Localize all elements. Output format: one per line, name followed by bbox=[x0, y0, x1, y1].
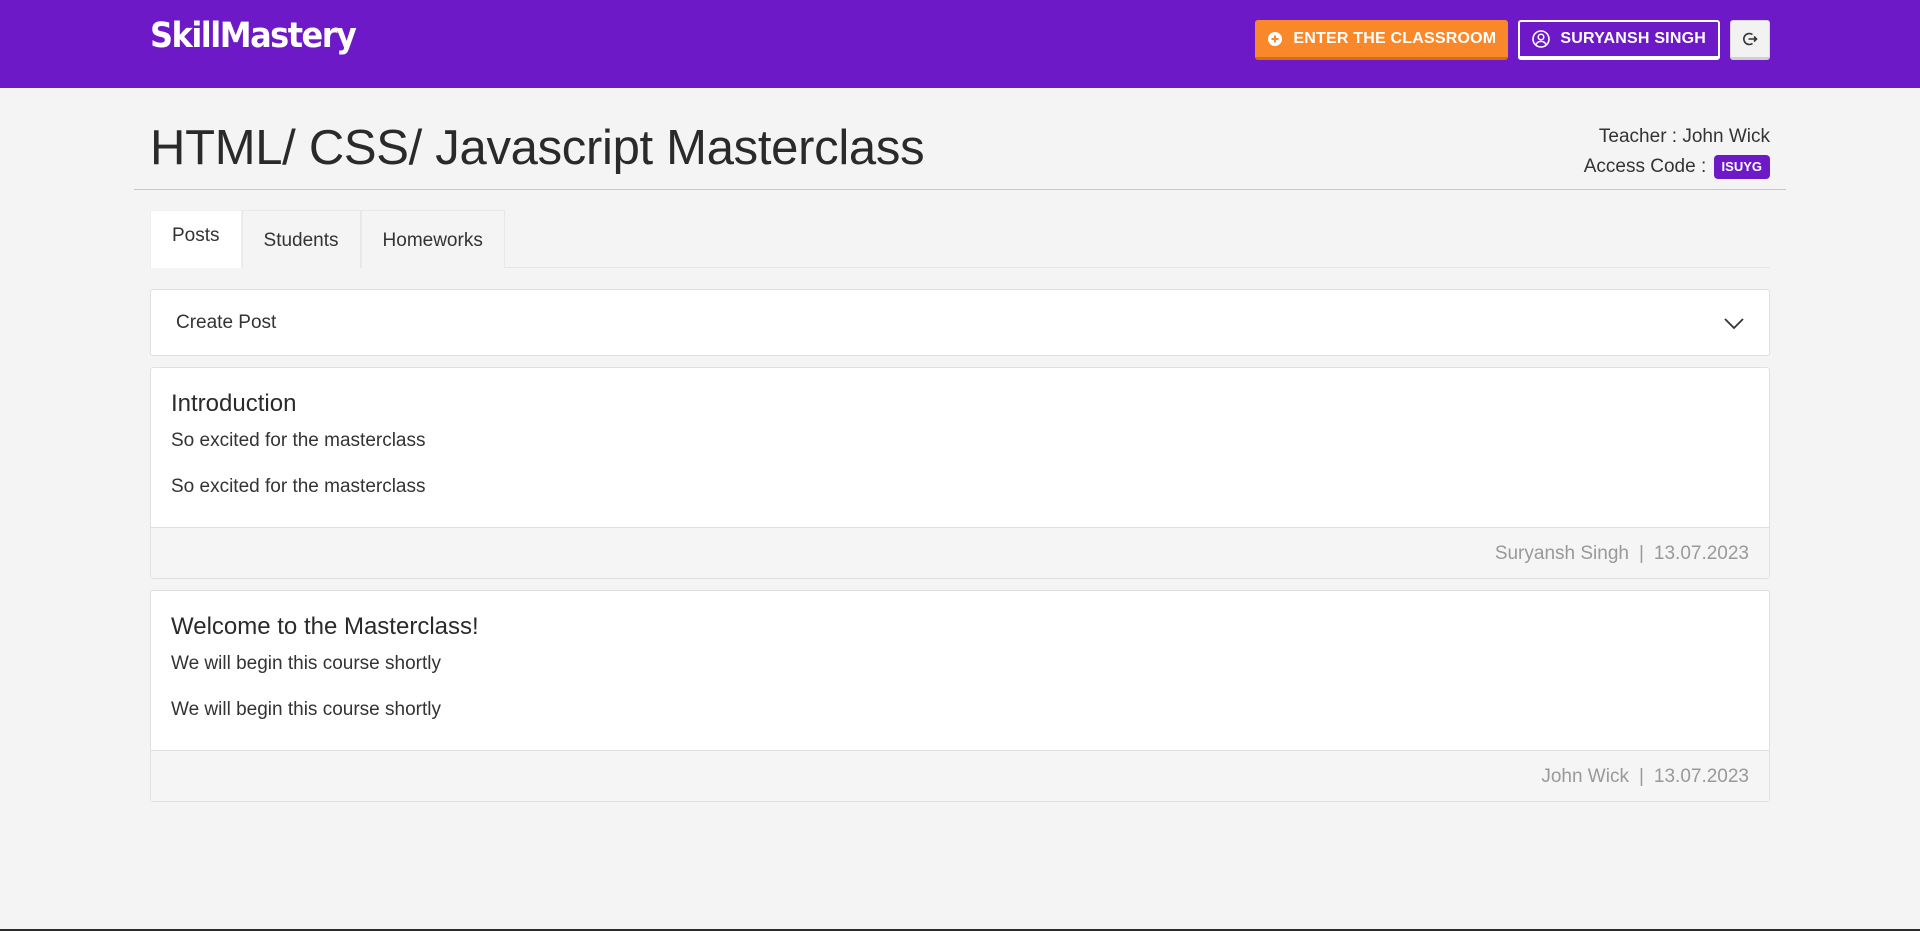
post-text: So excited for the masterclass bbox=[171, 430, 426, 451]
tab-bar: Posts Students Homeworks bbox=[150, 210, 1770, 268]
access-code-badge: ISUYG bbox=[1713, 154, 1770, 179]
post-body: Welcome to the Masterclass! We will begi… bbox=[151, 591, 1769, 750]
chevron-down-icon[interactable] bbox=[1723, 312, 1745, 339]
logout-button[interactable] bbox=[1730, 20, 1770, 60]
post-card: Welcome to the Masterclass! We will begi… bbox=[150, 590, 1770, 802]
brand-logo[interactable]: SkillMastery bbox=[150, 14, 357, 55]
teacher-text: Teacher : John Wick bbox=[1598, 126, 1770, 147]
create-post-panel[interactable]: Create Post bbox=[150, 289, 1770, 356]
post-author: John Wick bbox=[1541, 766, 1629, 787]
post-separator: | bbox=[1638, 543, 1644, 564]
course-header: HTML/ CSS/ Javascript Masterclass Teache… bbox=[134, 88, 1786, 190]
course-meta: Teacher : John Wick Access Code : ISUYG bbox=[1584, 122, 1770, 182]
post-footer: John Wick | 13.07.2023 bbox=[151, 750, 1769, 801]
navbar: SkillMastery ENTER THE CLASSROOM SURYANS… bbox=[0, 0, 1920, 88]
post-title: Introduction bbox=[171, 390, 297, 417]
post-card: Introduction So excited for the mastercl… bbox=[150, 367, 1770, 579]
post-date: 13.07.2023 bbox=[1653, 543, 1749, 564]
page-title: HTML/ CSS/ Javascript Masterclass bbox=[150, 121, 925, 175]
post-title: Welcome to the Masterclass! bbox=[171, 613, 479, 640]
tab-posts[interactable]: Posts bbox=[150, 210, 242, 268]
post-separator: | bbox=[1638, 766, 1644, 787]
post-date: 13.07.2023 bbox=[1653, 766, 1749, 787]
plus-circle-icon bbox=[1267, 31, 1283, 47]
tab-homeworks[interactable]: Homeworks bbox=[360, 210, 505, 268]
post-text: So excited for the masterclass bbox=[171, 476, 426, 497]
post-text: We will begin this course shortly bbox=[171, 699, 441, 720]
logout-icon bbox=[1742, 31, 1758, 47]
nav-actions: ENTER THE CLASSROOM SURYANSH SINGH bbox=[1255, 20, 1770, 60]
enter-classroom-button[interactable]: ENTER THE CLASSROOM bbox=[1255, 20, 1509, 60]
post-body: Introduction So excited for the mastercl… bbox=[151, 368, 1769, 527]
access-code-label: Access Code : bbox=[1583, 156, 1707, 177]
post-text: We will begin this course shortly bbox=[171, 653, 441, 674]
post-author: Suryansh Singh bbox=[1494, 543, 1629, 564]
user-name-label: SURYANSH SINGH bbox=[1560, 30, 1706, 47]
access-code-row: Access Code : ISUYG bbox=[1584, 152, 1770, 182]
user-profile-button[interactable]: SURYANSH SINGH bbox=[1518, 20, 1720, 60]
post-footer: Suryansh Singh | 13.07.2023 bbox=[151, 527, 1769, 578]
user-circle-icon bbox=[1532, 30, 1551, 48]
enter-classroom-label: ENTER THE CLASSROOM bbox=[1293, 29, 1497, 47]
create-post-label: Create Post bbox=[176, 312, 277, 333]
tab-students[interactable]: Students bbox=[241, 210, 361, 268]
